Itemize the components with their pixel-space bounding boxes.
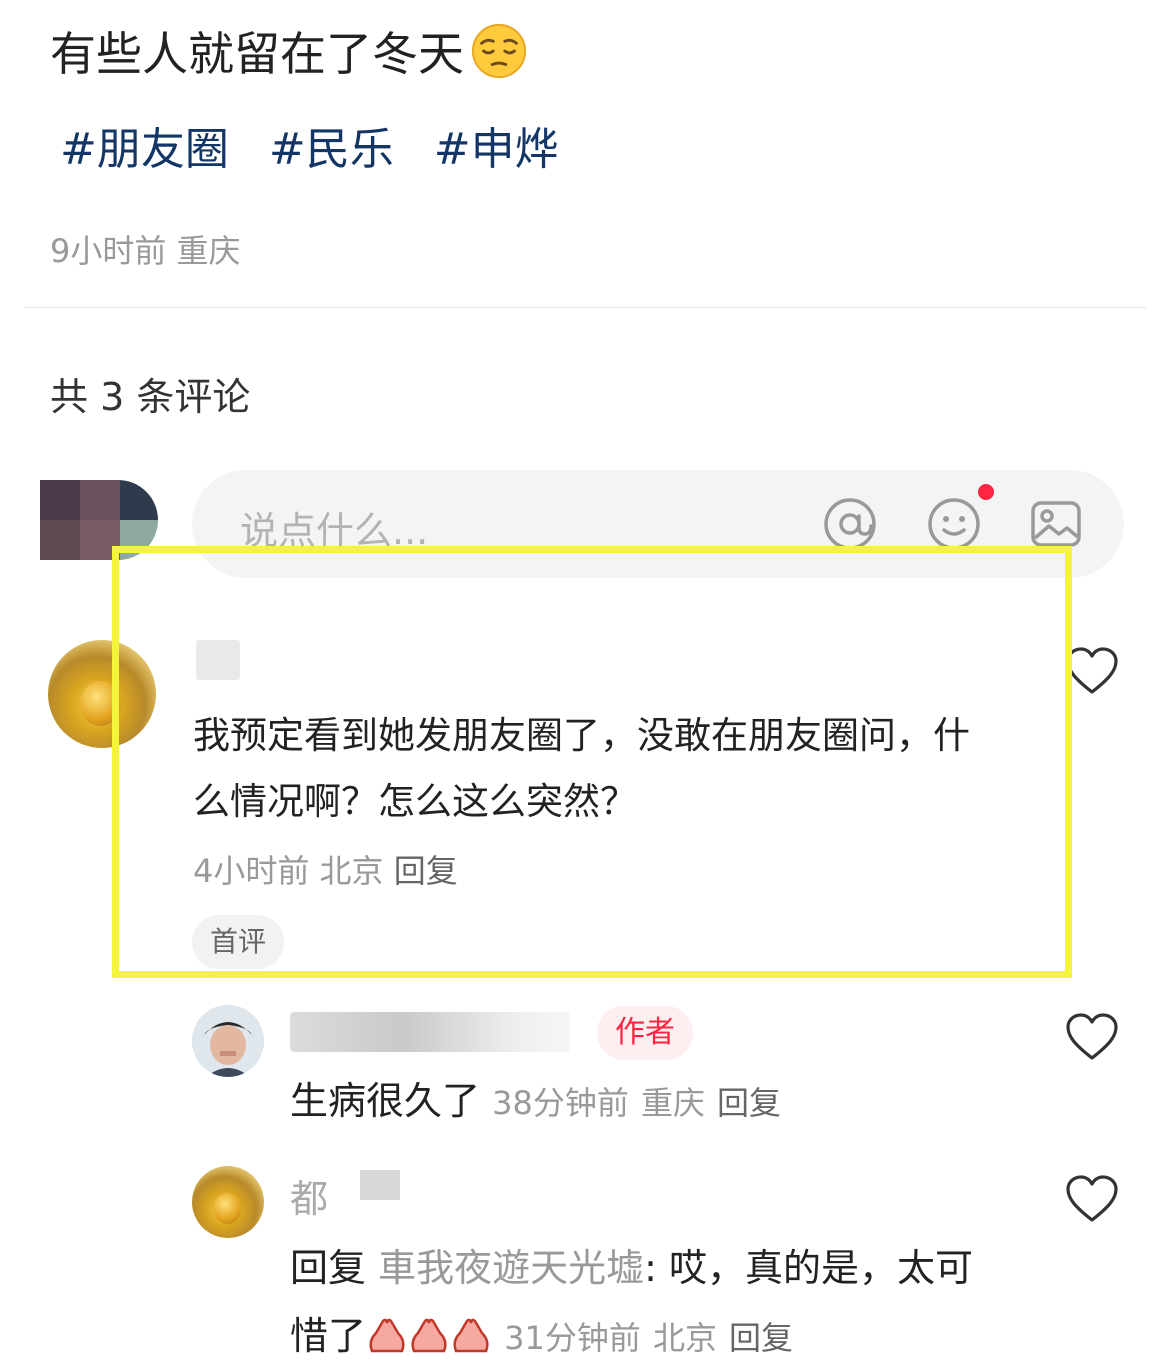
post-title: 有些人就留在了冬天	[50, 22, 528, 86]
comment-input[interactable]: 说点什么...	[192, 470, 1124, 578]
comment-input-placeholder: 说点什么...	[240, 509, 429, 553]
folded-hands-icon	[411, 1318, 447, 1353]
author-avatar[interactable]	[192, 1005, 264, 1077]
post-meta: 9小时前 重庆	[50, 226, 241, 272]
reply-location: 重庆	[640, 1084, 705, 1122]
reply-button[interactable]: 回复	[717, 1084, 781, 1122]
first-comment-badge: 首评	[192, 915, 285, 969]
folded-hands-icon	[453, 1318, 489, 1353]
replier-avatar[interactable]	[192, 1166, 264, 1238]
reply-location: 北京	[652, 1319, 717, 1357]
tag-link[interactable]: #申烨	[434, 120, 559, 180]
comment-time: 4小时前	[193, 852, 310, 890]
commenter-avatar[interactable]	[48, 640, 156, 748]
reply-prefix: 回复	[290, 1246, 367, 1290]
reply-button[interactable]: 回复	[729, 1319, 793, 1357]
comment-location: 北京	[319, 852, 384, 890]
person-photo-icon	[192, 1005, 264, 1077]
divider	[24, 307, 1146, 308]
comment-count: 共 3 条评论	[50, 375, 251, 419]
commenter-name-redacted[interactable]	[196, 640, 240, 680]
replier-name-redacted	[360, 1170, 400, 1200]
post-title-text: 有些人就留在了冬天	[50, 27, 464, 81]
like-heart-icon[interactable]	[1064, 646, 1120, 696]
reply-text-block: 回复 車我夜遊天光墟: 哎，真的是，太可惜了 31分钟前 北京 回复	[290, 1234, 1010, 1372]
comment-text: 我预定看到她发朋友圈了，没敢在朋友圈问，什么情况啊？怎么这么突然？	[193, 714, 970, 823]
reply-text: 生病很久了	[290, 1079, 481, 1123]
image-icon[interactable]	[1028, 496, 1084, 552]
tag-link[interactable]: #民乐	[269, 120, 394, 180]
post-location: 重庆	[176, 232, 241, 270]
tag-list: #朋友圈 #民乐 #申烨	[60, 120, 559, 180]
pensive-face-icon	[471, 23, 527, 79]
reply-line: 生病很久了 38分钟前 重庆 回复	[290, 1074, 781, 1130]
post-time: 9小时前	[50, 232, 167, 270]
at-icon[interactable]	[822, 496, 878, 552]
reply-time: 31分钟前	[504, 1319, 641, 1357]
like-heart-icon[interactable]	[1064, 1012, 1120, 1062]
reply-time: 38分钟前	[492, 1084, 629, 1122]
emoji-icon[interactable]	[926, 496, 982, 552]
like-heart-icon[interactable]	[1064, 1174, 1120, 1224]
author-badge: 作者	[597, 1006, 693, 1060]
reply-to-user[interactable]: 車我夜遊天光墟	[378, 1246, 644, 1290]
tag-link[interactable]: #朋友圈	[60, 120, 229, 180]
folded-hands-icon	[369, 1318, 405, 1353]
comment-meta: 4小时前 北京 回复	[193, 846, 458, 892]
reply-button[interactable]: 回复	[394, 852, 458, 890]
replier-name[interactable]: 都	[290, 1168, 328, 1223]
my-avatar[interactable]	[40, 480, 158, 560]
notification-dot	[978, 484, 994, 500]
author-name-redacted[interactable]	[290, 1012, 570, 1052]
